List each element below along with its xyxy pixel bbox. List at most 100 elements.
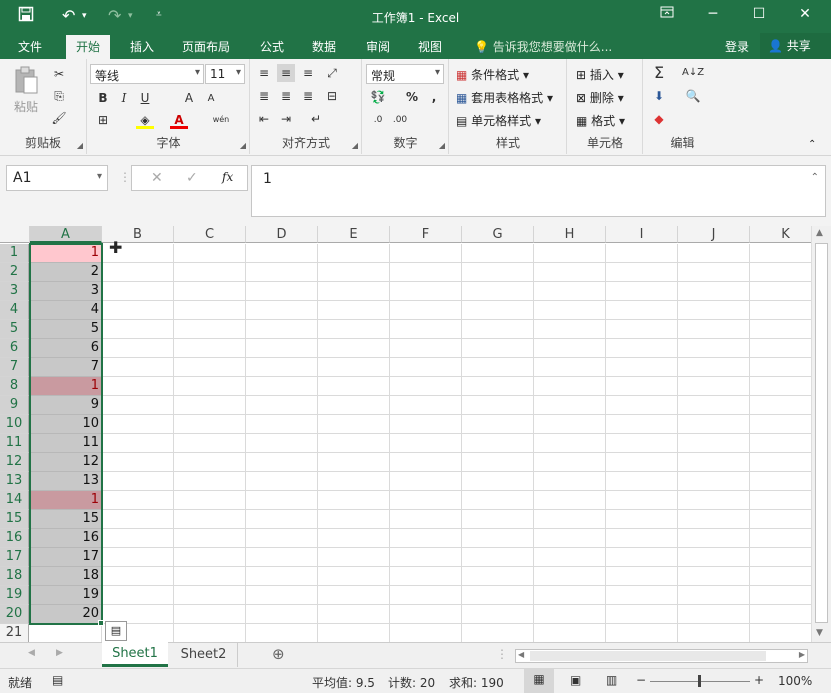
percent-button[interactable]: % [403,88,421,106]
row-header[interactable]: 21 [0,624,29,642]
column-header-j[interactable]: J [678,226,750,243]
scroll-left-icon[interactable]: ◀ [518,650,524,659]
new-sheet-icon[interactable]: ⊕ [272,645,285,663]
merge-center-icon[interactable]: ⊟ [323,87,341,105]
currency-icon[interactable]: 💱 [369,88,387,106]
vertical-scroll-thumb[interactable] [815,243,828,623]
paste-button[interactable]: 粘贴 [8,65,44,115]
format-painter-icon[interactable]: 🖌 [50,109,68,127]
tab-formulas[interactable]: 公式 [260,38,284,55]
column-header-k[interactable]: K [750,226,811,243]
font-size-select[interactable]: 11 [205,64,245,84]
zoom-out-icon[interactable]: − [636,673,646,687]
fill-icon[interactable]: ⬇ [650,87,668,105]
scroll-up-icon[interactable]: ▲ [816,228,823,238]
row-header[interactable]: 17 [0,548,29,567]
zoom-level[interactable]: 100% [778,674,812,688]
expand-formula-bar-icon[interactable]: ⌃ [811,172,819,183]
clear-icon[interactable]: ◆ [650,110,668,128]
scroll-down-icon[interactable]: ▼ [816,628,823,638]
sheet-tab-sheet1[interactable]: Sheet1 [102,642,168,667]
shrink-font-button[interactable]: A [202,90,220,108]
prev-sheet-icon[interactable]: ◀ [28,648,35,658]
tab-home[interactable]: 开始 [66,35,111,59]
row-header[interactable]: 20 [0,605,29,624]
row-header[interactable]: 16 [0,529,29,548]
align-top-icon[interactable]: ≡ [255,64,273,82]
increase-indent-icon[interactable]: ⇥ [277,110,295,128]
row-header[interactable]: 8 [0,377,29,396]
row-header[interactable]: 5 [0,320,29,339]
name-box-dropdown-icon[interactable]: ▾ [97,171,102,182]
decrease-indent-icon[interactable]: ⇤ [255,110,273,128]
page-layout-view-icon[interactable]: ▣ [570,673,581,687]
row-header[interactable]: 6 [0,339,29,358]
comma-button[interactable]: , [425,88,443,106]
row-header[interactable]: 14 [0,491,29,510]
row-header[interactable]: 3 [0,282,29,301]
enter-icon[interactable]: ✓ [186,170,198,186]
normal-view-icon[interactable]: ▦ [524,669,554,693]
sheet-tab-sheet2[interactable]: Sheet2 [170,643,238,667]
fill-color-icon[interactable]: ◈ [136,111,154,129]
bold-button[interactable]: B [94,89,112,107]
font-color-icon[interactable]: A [170,111,188,129]
row-header[interactable]: 18 [0,567,29,586]
login-link[interactable]: 登录 [725,38,749,55]
cell-styles-button[interactable]: ▤ 单元格样式 ▾ [456,112,541,129]
share-button[interactable]: 👤 共享 [760,33,831,59]
column-header-i[interactable]: I [606,226,678,243]
borders-icon[interactable]: ⊞ [94,111,112,129]
dialog-launcher-icon[interactable]: ◢ [240,141,246,150]
ribbon-display-icon[interactable] [652,6,682,22]
row-header[interactable]: 11 [0,434,29,453]
dialog-launcher-icon[interactable]: ◢ [439,141,445,150]
row-header[interactable]: 4 [0,301,29,320]
collapse-ribbon-icon[interactable]: ⌃ [808,139,816,150]
row-header[interactable]: 7 [0,358,29,377]
sort-filter-icon[interactable]: A↓Z [682,64,704,82]
row-header[interactable]: 10 [0,415,29,434]
number-format-select[interactable]: 常规 [366,64,444,84]
grow-font-button[interactable]: A [180,89,198,107]
format-as-table-button[interactable]: ▦ 套用表格格式 ▾ [456,89,553,106]
formula-input[interactable]: 1 ⌃ [251,165,826,217]
dialog-launcher-icon[interactable]: ◢ [77,141,83,150]
close-icon[interactable]: ✕ [790,6,820,22]
align-middle-icon[interactable]: ≡ [277,64,295,82]
horizontal-scroll-thumb[interactable] [530,651,766,661]
tab-file[interactable]: 文件 [18,38,42,55]
align-center-icon[interactable]: ≣ [277,87,295,105]
tell-me-box[interactable]: 💡 告诉我您想要做什么... [474,38,612,55]
scroll-right-icon[interactable]: ▶ [799,650,805,659]
column-header-g[interactable]: G [462,226,534,243]
align-bottom-icon[interactable]: ≡ [299,64,317,82]
phonetic-icon[interactable]: wén [212,111,230,129]
macro-record-icon[interactable]: ▤ [52,673,63,687]
row-header[interactable]: 13 [0,472,29,491]
insert-cells-button[interactable]: ⊞ 插入 ▾ [576,66,624,83]
column-header-d[interactable]: D [246,226,318,243]
row-header[interactable]: 12 [0,453,29,472]
column-header-c[interactable]: C [174,226,246,243]
dialog-launcher-icon[interactable]: ◢ [352,141,358,150]
row-header[interactable]: 19 [0,586,29,605]
maximize-icon[interactable]: ☐ [744,6,774,22]
tab-review[interactable]: 审阅 [366,38,390,55]
row-header[interactable]: 15 [0,510,29,529]
page-break-view-icon[interactable]: ▥ [606,673,617,687]
insert-function-button[interactable]: fx [222,170,233,184]
align-right-icon[interactable]: ≣ [299,87,317,105]
tab-view[interactable]: 视图 [418,38,442,55]
align-left-icon[interactable]: ≣ [255,87,273,105]
select-all-corner[interactable] [0,226,30,243]
column-header-e[interactable]: E [318,226,390,243]
find-select-icon[interactable]: 🔍 [684,87,702,105]
conditional-format-button[interactable]: ▦ 条件格式 ▾ [456,66,529,83]
quick-analysis-icon[interactable]: ▤ [105,621,127,641]
cut-icon[interactable]: ✂ [50,65,68,83]
minimize-icon[interactable]: ─ [698,6,728,22]
orientation-icon[interactable]: ⤢ [323,64,341,82]
decrease-decimal-icon[interactable]: .00 [391,111,409,129]
fill-handle[interactable] [98,620,104,626]
